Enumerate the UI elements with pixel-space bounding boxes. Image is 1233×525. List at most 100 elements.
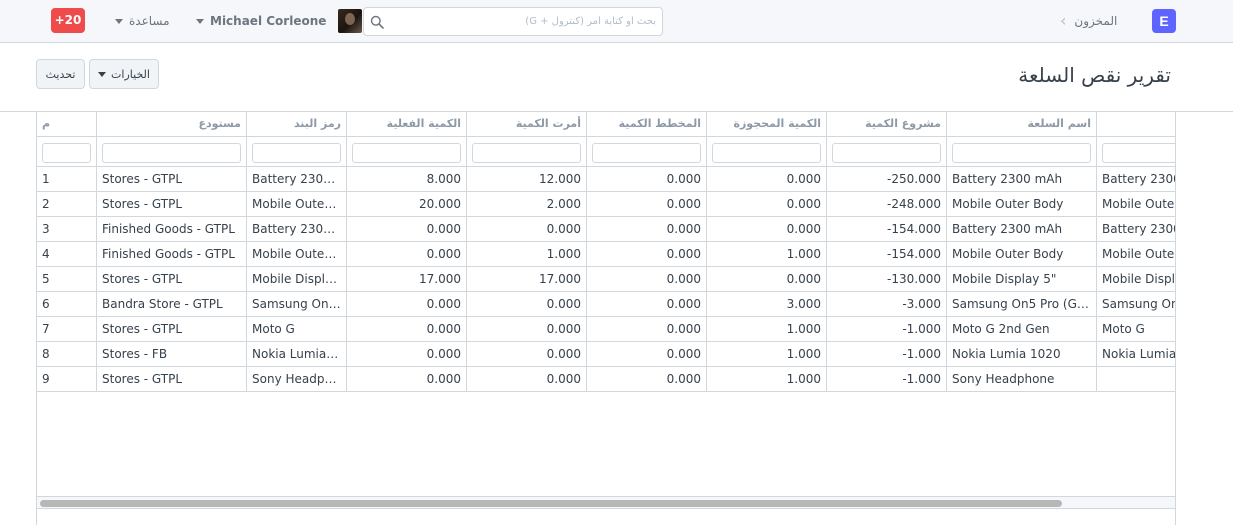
help-dropdown[interactable]: مساعدة — [115, 12, 170, 30]
table-cell-item-code[interactable]: Battery 2300 ... — [247, 217, 347, 242]
table-cell-description[interactable]: Moto G — [1097, 317, 1175, 342]
app-logo[interactable]: E — [1152, 9, 1176, 33]
table-row[interactable]: 3 Finished Goods - GTPL Battery 2300 ... 0.… — [37, 217, 1175, 242]
search-input[interactable] — [388, 11, 656, 32]
filter-input-warehouse[interactable] — [102, 142, 241, 163]
table-cell-ordered-qty[interactable]: 0.000 — [467, 292, 587, 317]
table-cell-planned-qty[interactable]: 0.000 — [587, 167, 707, 192]
table-cell-index[interactable]: 2 — [37, 192, 97, 217]
table-row[interactable]: 7 Stores - GTPL Moto G 0.000 0.000 0.000 1.000… — [37, 317, 1175, 342]
table-cell-index[interactable]: 5 — [37, 267, 97, 292]
table-cell-warehouse[interactable]: Stores - GTPL — [97, 367, 247, 392]
table-cell-index[interactable]: 7 — [37, 317, 97, 342]
column-header-item-code[interactable]: رمز البند — [247, 112, 347, 137]
table-cell-projected-qty[interactable]: -3.000 — [827, 292, 947, 317]
user-dropdown[interactable]: Michael Corleone — [196, 9, 363, 33]
table-cell-item-code[interactable]: Mobile Outer ... — [247, 242, 347, 267]
table-row[interactable]: 5 Stores - GTPL Mobile Displa... 17.000 17.0… — [37, 267, 1175, 292]
table-cell-actual-qty[interactable]: 0.000 — [347, 242, 467, 267]
table-cell-item-name[interactable]: Moto G 2nd Gen — [947, 317, 1097, 342]
table-cell-planned-qty[interactable]: 0.000 — [587, 192, 707, 217]
table-cell-item-code[interactable]: Sony Headph... — [247, 367, 347, 392]
table-cell-index[interactable]: 6 — [37, 292, 97, 317]
table-cell-ordered-qty[interactable]: 2.000 — [467, 192, 587, 217]
table-cell-item-name[interactable]: Battery 2300 mAh — [947, 167, 1097, 192]
table-cell-ordered-qty[interactable]: 17.000 — [467, 267, 587, 292]
column-header-index[interactable]: م — [37, 112, 97, 137]
table-cell-projected-qty[interactable]: -248.000 — [827, 192, 947, 217]
table-cell-ordered-qty[interactable]: 0.000 — [467, 367, 587, 392]
table-cell-index[interactable]: 4 — [37, 242, 97, 267]
table-cell-item-code[interactable]: Moto G — [247, 317, 347, 342]
table-cell-ordered-qty[interactable]: 12.000 — [467, 167, 587, 192]
table-cell-item-name[interactable]: Mobile Outer Body — [947, 242, 1097, 267]
table-cell-ordered-qty[interactable]: 0.000 — [467, 217, 587, 242]
table-cell-projected-qty[interactable]: -1.000 — [827, 367, 947, 392]
table-cell-actual-qty[interactable]: 0.000 — [347, 367, 467, 392]
table-cell-index[interactable]: 8 — [37, 342, 97, 367]
table-cell-planned-qty[interactable]: 0.000 — [587, 367, 707, 392]
table-cell-planned-qty[interactable]: 0.000 — [587, 267, 707, 292]
search-box[interactable] — [363, 7, 663, 36]
table-cell-projected-qty[interactable]: -130.000 — [827, 267, 947, 292]
table-cell-planned-qty[interactable]: 0.000 — [587, 217, 707, 242]
table-cell-actual-qty[interactable]: 0.000 — [347, 342, 467, 367]
table-row[interactable]: 8 Stores - FB Nokia Lumia 1... 0.000 0.000 0.… — [37, 342, 1175, 367]
table-cell-item-name[interactable]: Samsung On5 Pro (Gol... — [947, 292, 1097, 317]
table-cell-planned-qty[interactable]: 0.000 — [587, 242, 707, 267]
table-cell-ordered-qty[interactable]: 0.000 — [467, 317, 587, 342]
table-cell-projected-qty[interactable]: -154.000 — [827, 242, 947, 267]
refresh-button[interactable]: تحديث — [36, 59, 85, 89]
column-header-projected-qty[interactable]: مشروع الكمية — [827, 112, 947, 137]
table-cell-planned-qty[interactable]: 0.000 — [587, 317, 707, 342]
options-button[interactable]: الخيارات — [89, 59, 159, 89]
table-cell-warehouse[interactable]: Stores - GTPL — [97, 267, 247, 292]
column-header-ordered-qty[interactable]: أمرت الكمية — [467, 112, 587, 137]
filter-input-item-name[interactable] — [952, 142, 1091, 163]
column-header-reserved-qty[interactable]: الكمية المحجوزة — [707, 112, 827, 137]
breadcrumb-module[interactable]: المخزون — [1074, 14, 1117, 28]
table-cell-item-name[interactable]: Nokia Lumia 1020 — [947, 342, 1097, 367]
table-cell-projected-qty[interactable]: -1.000 — [827, 317, 947, 342]
table-cell-item-code[interactable]: Nokia Lumia 1... — [247, 342, 347, 367]
filter-input-index[interactable] — [42, 142, 91, 163]
scrollbar-thumb[interactable] — [40, 500, 1062, 507]
table-cell-reserved-qty[interactable]: 0.000 — [707, 217, 827, 242]
table-cell-reserved-qty[interactable]: 1.000 — [707, 242, 827, 267]
column-header-warehouse[interactable]: مستودع — [97, 112, 247, 137]
table-row[interactable]: 4 Finished Goods - GTPL Mobile Outer ... 0.… — [37, 242, 1175, 267]
column-header-description[interactable]: وصف — [1097, 112, 1175, 137]
table-cell-reserved-qty[interactable]: 1.000 — [707, 342, 827, 367]
table-cell-actual-qty[interactable]: 8.000 — [347, 167, 467, 192]
table-cell-planned-qty[interactable]: 0.000 — [587, 342, 707, 367]
table-cell-actual-qty[interactable]: 17.000 — [347, 267, 467, 292]
table-cell-reserved-qty[interactable]: 0.000 — [707, 167, 827, 192]
table-cell-description[interactable]: Mobile Outer — [1097, 192, 1175, 217]
filter-input-reserved-qty[interactable] — [712, 142, 821, 163]
table-cell-description[interactable]: Battery 2300 — [1097, 167, 1175, 192]
breadcrumb[interactable]: ‹ المخزون — [1060, 12, 1117, 30]
table-cell-reserved-qty[interactable]: 1.000 — [707, 317, 827, 342]
table-cell-actual-qty[interactable]: 0.000 — [347, 317, 467, 342]
table-cell-projected-qty[interactable]: -154.000 — [827, 217, 947, 242]
column-header-actual-qty[interactable]: الكمية الفعلية — [347, 112, 467, 137]
table-cell-description[interactable] — [1097, 367, 1175, 392]
table-cell-projected-qty[interactable]: -1.000 — [827, 342, 947, 367]
table-cell-actual-qty[interactable]: 0.000 — [347, 292, 467, 317]
table-cell-item-code[interactable]: Mobile Outer ... — [247, 192, 347, 217]
table-cell-description[interactable]: Mobile Displa — [1097, 267, 1175, 292]
table-cell-reserved-qty[interactable]: 0.000 — [707, 192, 827, 217]
filter-input-item-code[interactable] — [252, 142, 341, 163]
table-cell-actual-qty[interactable]: 0.000 — [347, 217, 467, 242]
table-cell-index[interactable]: 1 — [37, 167, 97, 192]
table-row[interactable]: 1 Stores - GTPL Battery 2300 ... 8.000 12.00… — [37, 167, 1175, 192]
table-cell-description[interactable]: Samsung On — [1097, 292, 1175, 317]
table-cell-planned-qty[interactable]: 0.000 — [587, 292, 707, 317]
table-cell-item-code[interactable]: Mobile Displa... — [247, 267, 347, 292]
horizontal-scrollbar[interactable] — [37, 496, 1175, 508]
table-cell-item-code[interactable]: Battery 2300 ... — [247, 167, 347, 192]
table-cell-warehouse[interactable]: Stores - GTPL — [97, 167, 247, 192]
table-cell-item-name[interactable]: Mobile Outer Body — [947, 192, 1097, 217]
table-cell-item-name[interactable]: Mobile Display 5" — [947, 267, 1097, 292]
table-cell-warehouse[interactable]: Finished Goods - GTPL — [97, 242, 247, 267]
